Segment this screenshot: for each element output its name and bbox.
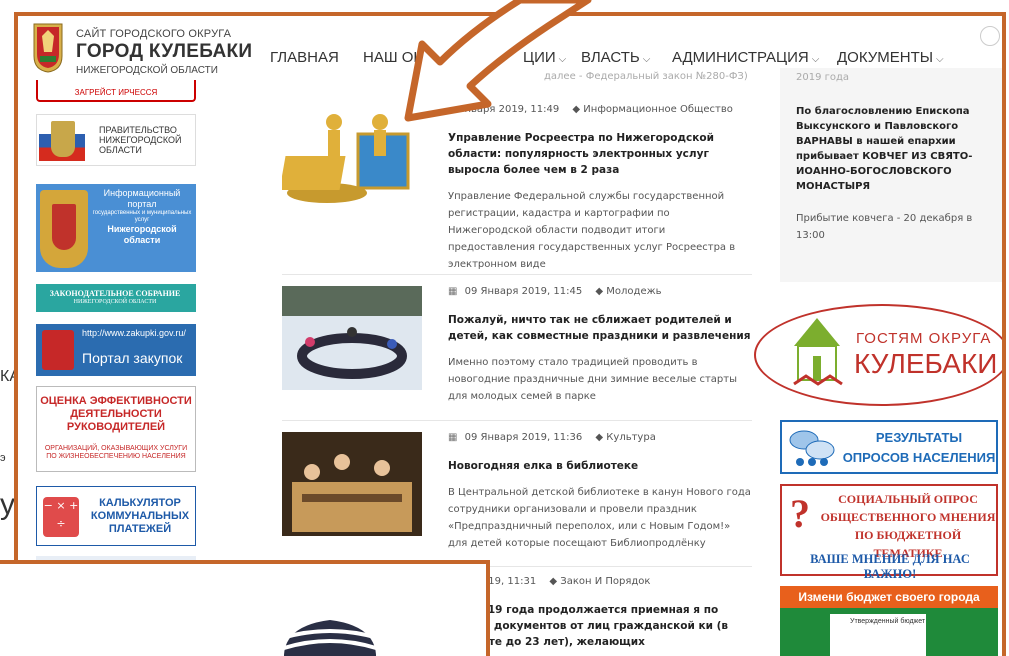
chevron-down-icon: ⌵ [642,54,651,65]
budget-title: Измени бюджет своего города [780,586,998,608]
banner-survey-results[interactable]: РЕЗУЛЬТАТЫ ОПРОСОВ НАСЕЛЕНИЯ [780,420,998,474]
church-icon [793,318,843,386]
tag-icon: ◆ [549,576,558,587]
news-category[interactable]: Культура [606,432,656,443]
portal-subtitle: государственных и муниципальных услуг [92,210,192,223]
news-date: 09 Января 2019, 11:36 [464,432,583,443]
news-thumbnail[interactable] [282,108,422,212]
banner-guests[interactable]: ГОСТЯМ ОКРУГА КУЛЕБАКИ [754,304,1002,406]
news-date: 09 Января 2019, 11:45 [464,286,583,297]
city-emblem-icon[interactable] [32,22,64,74]
calculator-icon: − × + ÷ [43,497,79,537]
banner-efficiency-evaluation[interactable]: ОЦЕНКА ЭФФЕКТИВНОСТИ ДЕЯТЕЛЬНОСТИ РУКОВО… [36,386,196,472]
news-date: 9 Января 2019, 11:49 [448,104,560,115]
news-category[interactable]: Молодежь [606,286,661,297]
ocenka-title: ОЦЕНКА ЭФФЕКТИВНОСТИ ДЕЯТЕЛЬНОСТИ РУКОВО… [40,395,192,433]
tag-icon: ◆ [595,286,604,297]
guest-city: КУЛЕБАКИ [854,348,998,379]
zaksob-subtitle: НИЖЕГОРОДСКОЙ ОБЛАСТИ [73,299,157,305]
portal-title: Информационный портал [103,188,181,209]
guest-title: ГОСТЯМ ОКРУГА [856,330,992,347]
event-title[interactable]: По благословлению Епископа Выксунского и… [796,104,992,194]
main-nav: ГЛАВНАЯ НАШ ОКР ЦИИ ⌵ ВЛАСТЬ ⌵ АДМИНИСТРАЦ… [270,49,944,66]
nav-our-district[interactable]: НАШ ОКР [363,49,467,66]
nav-administration[interactable]: АДМИНИСТРАЦИЯ ⌵ [662,49,835,66]
coat-of-arms-icon [51,121,75,157]
banner-zakupki[interactable]: http://www.zakupki.gov.ru/ Портал закупо… [36,324,196,376]
event-text: Прибытие ковчега - 20 декабря в 13:00 [796,213,973,241]
zaksob-title: ЗАКОНОДАТЕЛЬНОЕ СОБРАНИЕ [49,289,181,298]
chevron-down-icon: ⌵ [558,54,567,65]
tag-icon: ◆ [572,104,581,115]
banner-services-portal[interactable]: Информационный портал государственных и … [36,184,196,272]
news-category[interactable]: Информационное Общество [583,104,733,115]
survey-results-label: РЕЗУЛЬТАТЫ ОПРОСОВ НАСЕЛЕНИЯ [842,430,996,465]
news-excerpt: В Центральной детской библиотеке в канун… [448,487,751,549]
site-region: НИЖЕГОРОДСКОЙ ОБЛАСТИ [76,65,218,76]
calendar-icon: ▦ [448,286,458,297]
hat-icon [281,620,379,656]
news-item[interactable]: 9 Января 2019, 11:49 ◆ Информационное Об… [282,104,752,274]
news-title[interactable]: Пожалуй, ничто так не сближает родителей… [448,312,752,344]
banner-government-label: ПРАВИТЕЛЬСТВО НИЖЕГОРОДСКОЙ ОБЛАСТИ [99,125,182,155]
budget-card-label: Утвержденный бюджет [850,618,926,625]
event-card[interactable]: 2019 года По благословлению Епископа Вык… [780,68,1002,282]
news-title[interactable]: Новогодняя елка в библиотеке [448,458,752,474]
budget-document-icon: Утвержденный бюджет [830,614,926,656]
nav-home[interactable]: ГЛАВНАЯ [270,49,363,66]
nav-documents[interactable]: ДОКУМЕНТЫ ⌵ [835,49,944,66]
chat-bubbles-icon [789,430,835,466]
news-thumbnail[interactable] [282,432,422,536]
banner-legislative-assembly[interactable]: ЗАКОНОДАТЕЛЬНОЕ СОБРАНИЕ НИЖЕГОРОДСКОЙ О… [36,284,196,312]
calendar-icon: ▦ [448,432,458,443]
overlay-panel [0,560,490,656]
tag-icon: ◆ [595,432,604,443]
faded-year: 2019 года [796,72,850,83]
news-item[interactable]: ▦ 09 Января 2019, 11:45 ◆ Молодежь Пожал… [282,286,752,426]
news-thumbnail[interactable] [282,286,422,390]
background-text-2: э [0,452,6,464]
banner-utility-calculator[interactable]: − × + ÷ КАЛЬКУЛЯТОР КОММУНАЛЬНЫХ ПЛАТЕЖЕ… [36,486,196,546]
news-item[interactable]: ▦ 09 Января 2019, 11:36 ◆ Культура Новог… [282,432,752,572]
divider [282,420,752,421]
chevron-down-icon: ⌵ [936,54,944,65]
background-text-3: у [0,488,15,521]
ocenka-subtitle: ОРГАНИЗАЦИЙ, ОКАЗЫВАЮЩИХ УСЛУГИ ПО ЖИЗНЕ… [44,445,188,460]
chevron-down-icon: ⌵ [811,54,820,65]
zakupki-title: Портал закупок [82,350,183,366]
question-mark-icon: ? [790,491,810,536]
faded-header-text: далее - Федеральный закон №280-ФЗ) [544,71,748,82]
news-title[interactable]: еля 2019 года продолжается приемная я по… [448,602,752,650]
calculator-label: КАЛЬКУЛЯТОР КОММУНАЛЬНЫХ ПЛАТЕЖЕЙ [90,497,190,535]
portal-region: Нижегородской области [107,224,177,245]
coat-of-arms-icon [40,190,88,268]
social-survey-slogan: ВАШЕ МНЕНИЕ ДЛЯ НАС ВАЖНО! [810,552,970,581]
eagle-icon [42,330,74,370]
search-icon[interactable] [980,26,1000,46]
nav-power[interactable]: ВЛАСТЬ ⌵ [567,49,662,66]
news-excerpt: Управление Федеральной службы государств… [448,191,736,270]
nav-sections[interactable]: ЦИИ ⌵ [467,49,567,66]
news-excerpt: Именно поэтому стало традицией проводить… [448,357,737,402]
banner-budget[interactable]: Измени бюджет своего города Утвержденный… [780,586,998,656]
news-title[interactable]: Управление Росреестра по Нижегородской о… [448,130,752,178]
site-title[interactable]: ГОРОД КУЛЕБАКИ [76,41,252,63]
news-category[interactable]: Закон И Порядок [560,576,650,587]
banner-government[interactable]: ПРАВИТЕЛЬСТВО НИЖЕГОРОДСКОЙ ОБЛАСТИ [36,114,196,166]
site-subtitle: САЙТ ГОРОДСКОГО ОКРУГА [76,28,232,40]
divider [282,274,752,275]
banner-red-cut[interactable]: ЗАГРЕЙСТ ИРЧЕССЯ [36,80,196,102]
zakupki-url: http://www.zakupki.gov.ru/ [82,328,186,338]
banner-social-survey[interactable]: ? СОЦИАЛЬНЫЙ ОПРОС ОБЩЕСТВЕННОГО МНЕНИЯ … [780,484,998,581]
